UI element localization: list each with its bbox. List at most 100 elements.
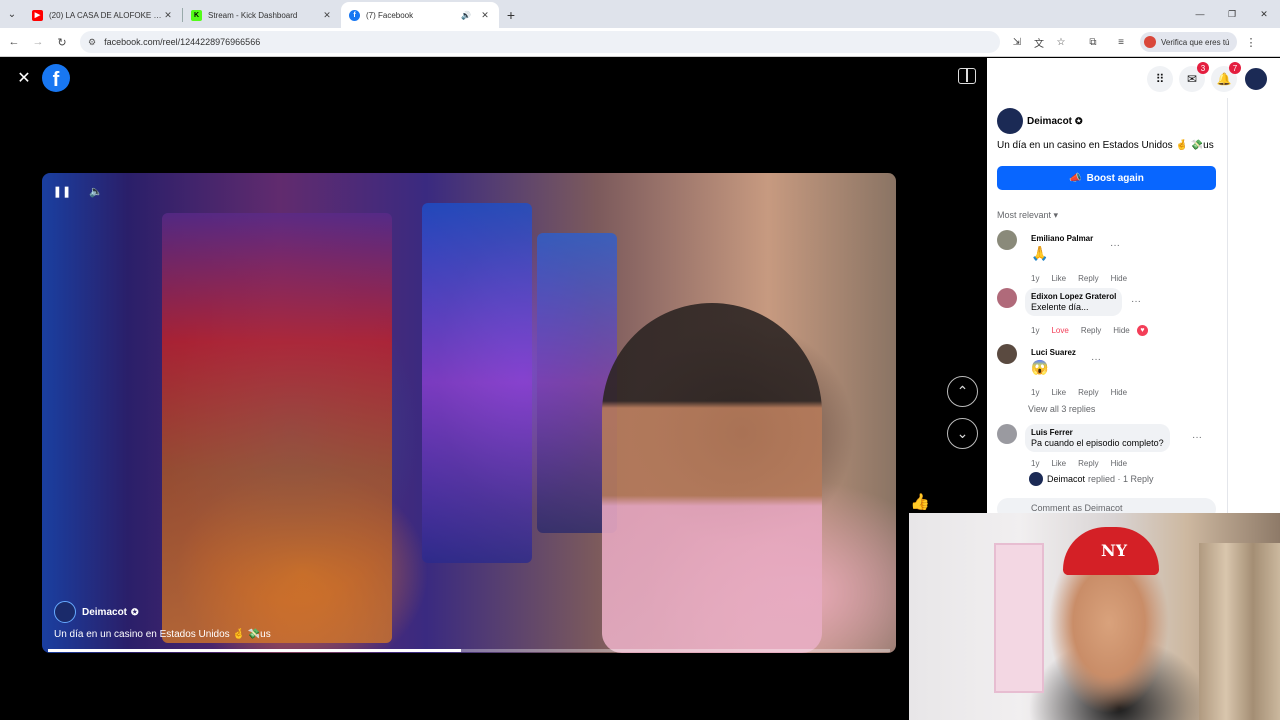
commenter-avatar[interactable] — [997, 230, 1017, 250]
person-figure — [602, 303, 822, 653]
commenter-name[interactable]: Luci Suarez — [1031, 348, 1076, 357]
tab-strip: ⌄ ▶ (20) LA CASA DE ALOFOKE 2 ( ✕ K Stre… — [0, 0, 1280, 28]
slot-machine-screen — [162, 213, 392, 643]
volume-icon[interactable]: 🔈 — [88, 183, 104, 199]
screen: ⌄ ▶ (20) LA CASA DE ALOFOKE 2 ( ✕ K Stre… — [0, 0, 1280, 720]
media-control-icon[interactable]: ≡ — [1110, 37, 1132, 48]
menu-grid-icon[interactable]: ⠿ — [1147, 66, 1173, 92]
comment-actions: 1y Like Reply Hide — [1031, 274, 1127, 283]
love-reaction-icon: ♥ — [1137, 325, 1148, 336]
previous-reel-button[interactable]: ⌃ — [947, 376, 978, 407]
translate-icon[interactable]: 文 — [1028, 35, 1050, 50]
minimize-icon[interactable]: — — [1184, 0, 1216, 28]
post-caption: Un día en un casino en Estados Unidos 🤞 … — [997, 140, 1214, 151]
tab-youtube[interactable]: ▶ (20) LA CASA DE ALOFOKE 2 ( ✕ — [24, 2, 182, 28]
reel-video[interactable]: ❚❚ 🔈 Deimacot ✪ Un día en un casino en E… — [42, 173, 896, 653]
address-bar[interactable]: ⚙ facebook.com/reel/1244228976966566 — [80, 31, 1000, 53]
chevron-down-icon: ▾ — [1053, 210, 1059, 220]
forward-icon[interactable]: → — [26, 30, 50, 54]
hide-button[interactable]: Hide — [1113, 326, 1129, 335]
comment-sort-dropdown[interactable]: Most relevant ▾ — [997, 210, 1058, 221]
view-replies-link[interactable]: View all 3 replies — [1028, 404, 1095, 414]
background-shelf — [994, 543, 1044, 693]
comment-actions: 1y Like Reply Hide — [1031, 388, 1127, 397]
like-comment-button[interactable]: Like — [1051, 388, 1066, 397]
close-window-icon[interactable]: ✕ — [1248, 0, 1280, 28]
comment-text: 😱 — [1031, 359, 1049, 375]
comment: Emiliano Palmar 🙏 ··· 1y Like Reply Hide — [997, 230, 1217, 286]
reply-button[interactable]: Reply — [1078, 388, 1098, 397]
bookmark-star-icon[interactable]: ☆ — [1050, 37, 1072, 48]
new-tab-button[interactable]: + — [499, 2, 523, 28]
notifications-bell-icon[interactable]: 🔔 7 — [1211, 62, 1241, 92]
love-comment-button[interactable]: Love — [1051, 326, 1068, 335]
author-avatar — [54, 601, 76, 623]
notifications-badge: 7 — [1229, 62, 1241, 74]
reload-icon[interactable]: ↻ — [50, 30, 74, 54]
facebook-top-nav: ⠿ ✉ 3 🔔 7 — [987, 58, 1280, 98]
close-tab-icon[interactable]: ✕ — [321, 10, 333, 21]
close-tab-icon[interactable]: ✕ — [479, 10, 491, 21]
messenger-icon[interactable]: ✉ 3 — [1179, 62, 1209, 92]
commenter-avatar[interactable] — [997, 344, 1017, 364]
facebook-logo-icon[interactable]: f — [42, 64, 70, 92]
profile-verify-button[interactable]: Verifica que eres tú — [1140, 32, 1238, 52]
account-avatar[interactable] — [1243, 66, 1269, 92]
commenter-avatar[interactable] — [997, 288, 1017, 308]
commenter-name[interactable]: Luis Ferrer — [1031, 428, 1164, 437]
comment-options-icon[interactable]: ··· — [1110, 240, 1120, 251]
commenter-name[interactable]: Emiliano Palmar — [1031, 234, 1093, 243]
comment-options-icon[interactable]: ··· — [1091, 354, 1101, 365]
like-icon[interactable]: 👍 — [910, 492, 930, 512]
author-replied-link[interactable]: Deimacot replied · 1 Reply — [1029, 472, 1154, 486]
toolbar-icons: ⇲ 文 ☆ ⧉ ≡ — [1006, 35, 1132, 50]
comments-panel: Deimacot ✪ Un día en un casino en Estado… — [987, 98, 1227, 513]
profile-avatar — [1144, 36, 1156, 48]
hide-button[interactable]: Hide — [1111, 388, 1127, 397]
reply-button[interactable]: Reply — [1081, 326, 1101, 335]
like-comment-button[interactable]: Like — [1051, 274, 1066, 283]
hide-button[interactable]: Hide — [1111, 459, 1127, 468]
tab-search-icon[interactable]: ⌄ — [0, 0, 24, 28]
tab-kick[interactable]: K Stream - Kick Dashboard ✕ — [183, 2, 341, 28]
menu-kebab-icon[interactable]: ⋮ — [1245, 36, 1256, 49]
hide-button[interactable]: Hide — [1111, 274, 1127, 283]
window-controls: — ❐ ✕ — [1184, 0, 1280, 28]
post-author[interactable]: Deimacot ✪ — [997, 108, 1083, 134]
boost-again-button[interactable]: 📣 Boost again — [997, 166, 1216, 190]
comment-options-icon[interactable]: ··· — [1131, 296, 1141, 307]
expand-panel-icon[interactable] — [958, 68, 976, 84]
restore-icon[interactable]: ❐ — [1216, 0, 1248, 28]
sort-label: Most relevant — [997, 210, 1052, 220]
install-icon[interactable]: ⇲ — [1006, 37, 1028, 48]
speaker-icon[interactable]: 🔊 — [461, 11, 471, 20]
close-icon[interactable]: ✕ — [14, 68, 34, 88]
reel-viewer: ✕ f ❚❚ 🔈 Deimacot ✪ Un día en un casino … — [0, 58, 987, 720]
video-progress-bar[interactable] — [48, 649, 890, 652]
comment-text: Pa cuando el episodio completo? — [1031, 438, 1164, 448]
close-tab-icon[interactable]: ✕ — [162, 10, 174, 21]
megaphone-icon: 📣 — [1069, 172, 1082, 184]
comment-options-icon[interactable]: ··· — [1192, 432, 1202, 443]
comment-input[interactable]: Comment as Deimacot — [997, 498, 1216, 513]
pause-icon[interactable]: ❚❚ — [53, 183, 71, 199]
site-info-icon[interactable]: ⚙ — [88, 37, 96, 48]
next-reel-button[interactable]: ⌄ — [947, 418, 978, 449]
commenter-name[interactable]: Edixon Lopez Graterol — [1031, 292, 1116, 301]
video-author[interactable]: Deimacot ✪ — [54, 601, 139, 623]
replier-avatar — [1029, 472, 1043, 486]
like-comment-button[interactable]: Like — [1051, 459, 1066, 468]
comment-bubble: Edixon Lopez Graterol Exelente día... — [1025, 288, 1123, 316]
comment-time: 1y — [1031, 459, 1040, 468]
boost-label: Boost again — [1086, 172, 1144, 184]
comment: Edixon Lopez Graterol Exelente día... ··… — [997, 288, 1217, 338]
back-icon[interactable]: ← — [2, 30, 26, 54]
reply-button[interactable]: Reply — [1078, 274, 1098, 283]
comment: Luci Suarez 😱 ··· 1y Like Reply Hide — [997, 344, 1217, 400]
background-curtain — [1199, 543, 1280, 720]
reply-button[interactable]: Reply — [1078, 459, 1098, 468]
extensions-icon[interactable]: ⧉ — [1082, 37, 1104, 48]
kick-icon: K — [191, 9, 202, 21]
commenter-avatar[interactable] — [997, 424, 1017, 444]
tab-facebook[interactable]: f (7) Facebook 🔊 ✕ — [341, 2, 499, 28]
